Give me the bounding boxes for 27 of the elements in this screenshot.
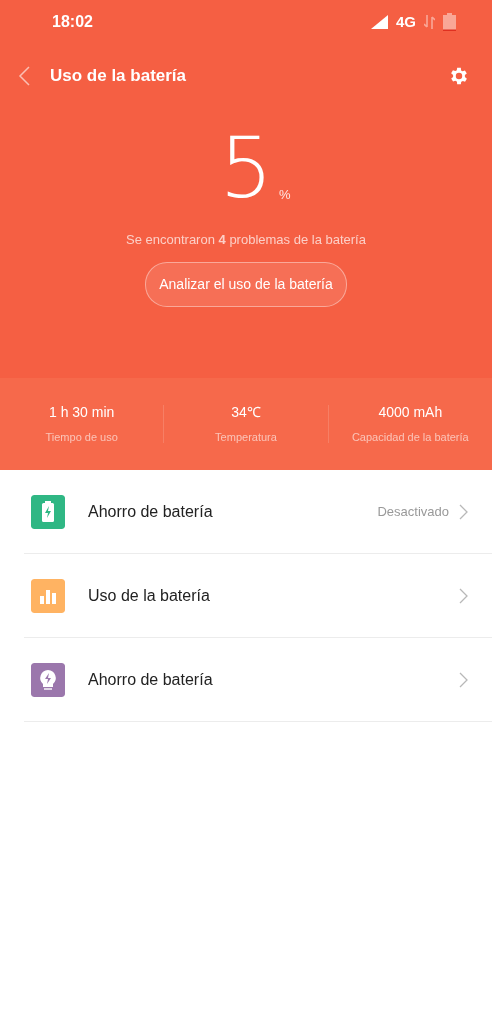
data-arrows-icon [424,15,435,29]
battery-percentage: 5 [219,126,273,210]
stat-value: 4000 mAh [378,403,443,423]
status-time: 18:02 [52,12,93,32]
stat-label: Temperatura [215,430,277,446]
settings-row[interactable]: Ahorro de batería [24,638,492,722]
battery-icon [443,13,456,31]
problems-message: Se encontraron 4 problemas de la batería [126,231,366,249]
row-label: Ahorro de batería [88,501,214,522]
signal-icon [371,15,388,29]
row-label: Uso de la batería [88,585,211,606]
percent-sign: % [278,185,291,204]
row-label: Ahorro de batería [88,669,214,690]
chevron-icon [459,503,468,520]
stat-label: Capacidad de la batería [351,430,469,446]
settings-row[interactable]: Uso de la batería [24,554,492,638]
back-icon[interactable] [18,66,30,86]
network-type: 4G [396,11,416,32]
row-value: Desactivado [377,502,449,521]
chevron-icon [459,671,468,688]
stat-value: 1 h 30 min [48,403,115,423]
settings-row[interactable]: Ahorro de batería Desactivado [24,470,492,554]
stat-value: 34℃ [231,403,261,423]
stat-label: Tiempo de uso [45,430,118,446]
page-title: Uso de la batería [50,65,187,88]
chevron-icon [459,587,468,604]
settings-icon[interactable] [448,65,470,87]
